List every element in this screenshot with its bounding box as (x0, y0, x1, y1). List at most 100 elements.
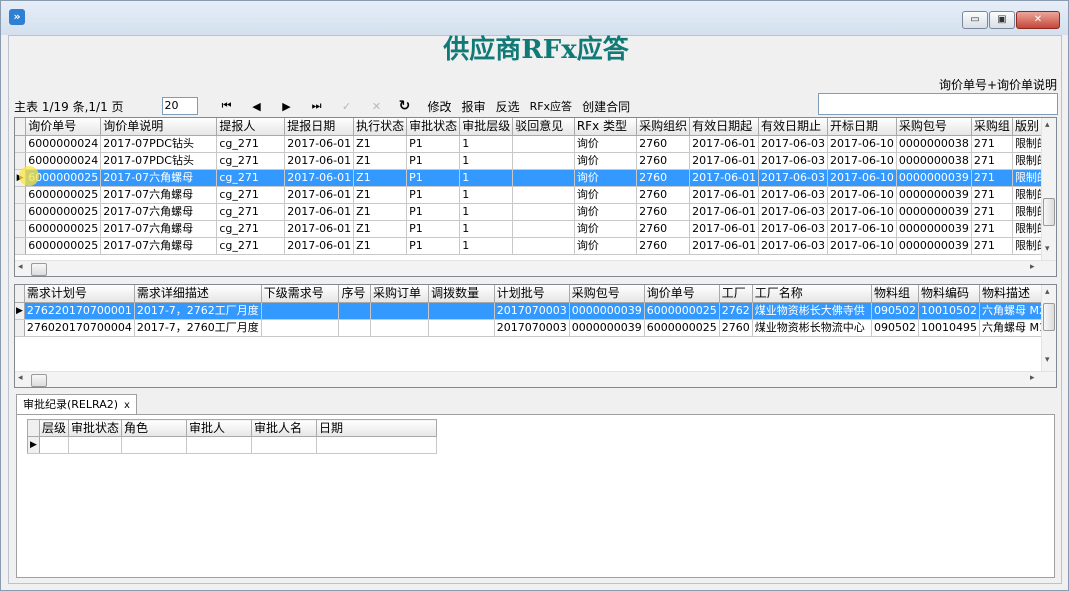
table-row[interactable]: 6000000025 2017-07六角螺母 cg_271 2017-06-01 Z1 P… (15, 186, 1056, 204)
table-cell[interactable] (39, 436, 70, 454)
scroll-down-icon[interactable]: ▾ (1045, 244, 1050, 254)
main-hscroll[interactable]: ◂ ▸ (15, 260, 1056, 276)
table-cell[interactable]: 询价 (574, 203, 638, 221)
table-cell[interactable]: 276220170700001 (24, 302, 135, 320)
table-cell[interactable]: 煤业物资彬长物流中心 (752, 319, 872, 337)
maximize-button[interactable]: ▣ (989, 11, 1015, 29)
table-cell[interactable]: 271 (971, 220, 1013, 238)
table-cell[interactable]: 6000000024 (25, 135, 102, 153)
table-cell[interactable]: 10010495 (918, 319, 980, 337)
rfx-main-grid[interactable]: 询价单号 询价单说明 提报人 提报日期 执行状态 审批状态 审批层级 驳回意见 RFx 类型 采购… (14, 117, 1057, 277)
scroll-up-icon[interactable]: ▴ (1045, 120, 1050, 130)
table-cell[interactable]: cg_271 (216, 186, 286, 204)
table-cell[interactable]: 2762 (719, 302, 753, 320)
table-cell[interactable]: 0000000038 (896, 152, 972, 170)
column-header[interactable]: 提报日期 (284, 118, 355, 136)
table-cell[interactable]: 271 (971, 186, 1013, 204)
column-header[interactable]: 有效日期起 (689, 118, 760, 136)
table-cell[interactable]: 6000000025 (25, 203, 102, 221)
column-header[interactable]: 审批人名 (251, 419, 317, 437)
detail-hscroll-thumb[interactable] (31, 374, 47, 387)
edit-button[interactable]: 修改 (428, 98, 452, 115)
table-cell[interactable]: 2017-06-01 (284, 169, 355, 187)
cancel-icon[interactable]: ✕ (362, 100, 392, 113)
table-cell[interactable]: 0000000039 (896, 203, 972, 221)
detail-vscroll-thumb[interactable] (1043, 303, 1055, 331)
table-cell[interactable]: cg_271 (216, 152, 286, 170)
table-cell[interactable]: cg_271 (216, 203, 286, 221)
table-cell[interactable] (512, 152, 575, 170)
table-cell[interactable]: 2017-06-01 (284, 220, 355, 238)
table-cell[interactable]: 2017-06-10 (827, 186, 897, 204)
minimize-button[interactable]: ▭ (962, 11, 988, 29)
table-cell[interactable] (68, 436, 123, 454)
close-button[interactable]: ✕ (1016, 11, 1060, 29)
table-cell[interactable]: cg_271 (216, 169, 286, 187)
table-cell[interactable] (121, 436, 187, 454)
table-cell[interactable]: P1 (406, 237, 461, 255)
table-cell[interactable]: 0000000039 (569, 302, 645, 320)
table-cell[interactable]: 2017-07六角螺母 (100, 169, 218, 187)
table-row[interactable]: 6000000025 2017-07六角螺母 cg_271 2017-06-01 Z1 P… (15, 203, 1056, 221)
table-cell[interactable]: Z1 (353, 186, 408, 204)
column-header[interactable]: 采购组 (971, 118, 1013, 136)
table-cell[interactable]: 271 (971, 152, 1013, 170)
scroll-right-icon[interactable]: ▸ (1030, 262, 1035, 272)
table-cell[interactable]: 询价 (574, 237, 638, 255)
table-cell[interactable] (428, 302, 495, 320)
table-cell[interactable]: 2017-06-01 (689, 237, 760, 255)
table-cell[interactable]: 1 (459, 135, 514, 153)
column-header[interactable]: 审批层级 (459, 118, 514, 136)
table-cell[interactable]: 2760 (636, 169, 691, 187)
column-header[interactable]: 有效日期止 (758, 118, 828, 136)
detail-hscroll[interactable]: ◂ ▸ (15, 371, 1056, 387)
table-cell[interactable]: P1 (406, 152, 461, 170)
table-cell[interactable]: 6000000025 (644, 319, 720, 337)
table-cell[interactable]: 2017-06-01 (689, 152, 760, 170)
table-cell[interactable]: 2017-06-01 (689, 135, 760, 153)
table-cell[interactable] (316, 436, 437, 454)
column-header[interactable]: 采购订单 (370, 285, 430, 303)
table-cell[interactable] (512, 169, 575, 187)
create-contract-button[interactable]: 创建合同 (582, 98, 630, 115)
table-cell[interactable]: 2017-06-01 (689, 220, 760, 238)
first-page-icon[interactable]: ⏮ (212, 99, 242, 113)
table-cell[interactable]: 询价 (574, 220, 638, 238)
column-header[interactable]: RFx 类型 (574, 118, 638, 136)
scroll-right-icon[interactable]: ▸ (1030, 373, 1035, 383)
main-vscroll[interactable]: ▴ ▾ (1041, 118, 1056, 260)
column-header[interactable]: 需求计划号 (24, 285, 135, 303)
table-cell[interactable] (512, 220, 575, 238)
table-cell[interactable]: 2017-06-03 (758, 237, 828, 255)
table-row[interactable]: 6000000024 2017-07PDC钻头 cg_271 2017-06-01 Z1… (15, 135, 1056, 153)
table-cell[interactable]: 2017-06-01 (284, 186, 355, 204)
table-cell[interactable]: cg_271 (216, 237, 286, 255)
table-cell[interactable]: 6000000025 (644, 302, 720, 320)
table-cell[interactable] (370, 302, 430, 320)
table-cell[interactable]: 2760 (636, 203, 691, 221)
column-header[interactable]: 物料编码 (918, 285, 980, 303)
table-cell[interactable]: 271 (971, 203, 1013, 221)
search-input[interactable] (818, 93, 1058, 115)
column-header[interactable]: 工厂名称 (752, 285, 872, 303)
table-cell[interactable] (338, 319, 371, 337)
table-cell[interactable]: 2017-07六角螺母 (100, 186, 218, 204)
table-cell[interactable]: 2017-06-01 (689, 169, 760, 187)
main-vscroll-thumb[interactable] (1043, 198, 1055, 226)
column-header[interactable]: 需求详细描述 (134, 285, 262, 303)
column-header[interactable]: 调拨数量 (428, 285, 495, 303)
table-row[interactable]: 6000000024 2017-07PDC钻头 cg_271 2017-06-01 Z1… (15, 152, 1056, 170)
table-cell[interactable]: 2017-07PDC钻头 (100, 152, 218, 170)
column-header[interactable]: 审批状态 (406, 118, 461, 136)
table-cell[interactable]: 2017-06-01 (689, 186, 760, 204)
column-header[interactable]: 工厂 (719, 285, 753, 303)
tab-close-icon[interactable]: x (124, 400, 130, 411)
table-cell[interactable] (261, 302, 340, 320)
table-cell[interactable]: 1 (459, 237, 514, 255)
table-cell[interactable] (370, 319, 430, 337)
table-cell[interactable]: 271 (971, 135, 1013, 153)
table-cell[interactable] (512, 135, 575, 153)
table-cell[interactable]: 2017-06-10 (827, 135, 897, 153)
table-cell[interactable]: 2017-06-10 (827, 152, 897, 170)
reverse-select-button[interactable]: 反选 (496, 98, 520, 115)
